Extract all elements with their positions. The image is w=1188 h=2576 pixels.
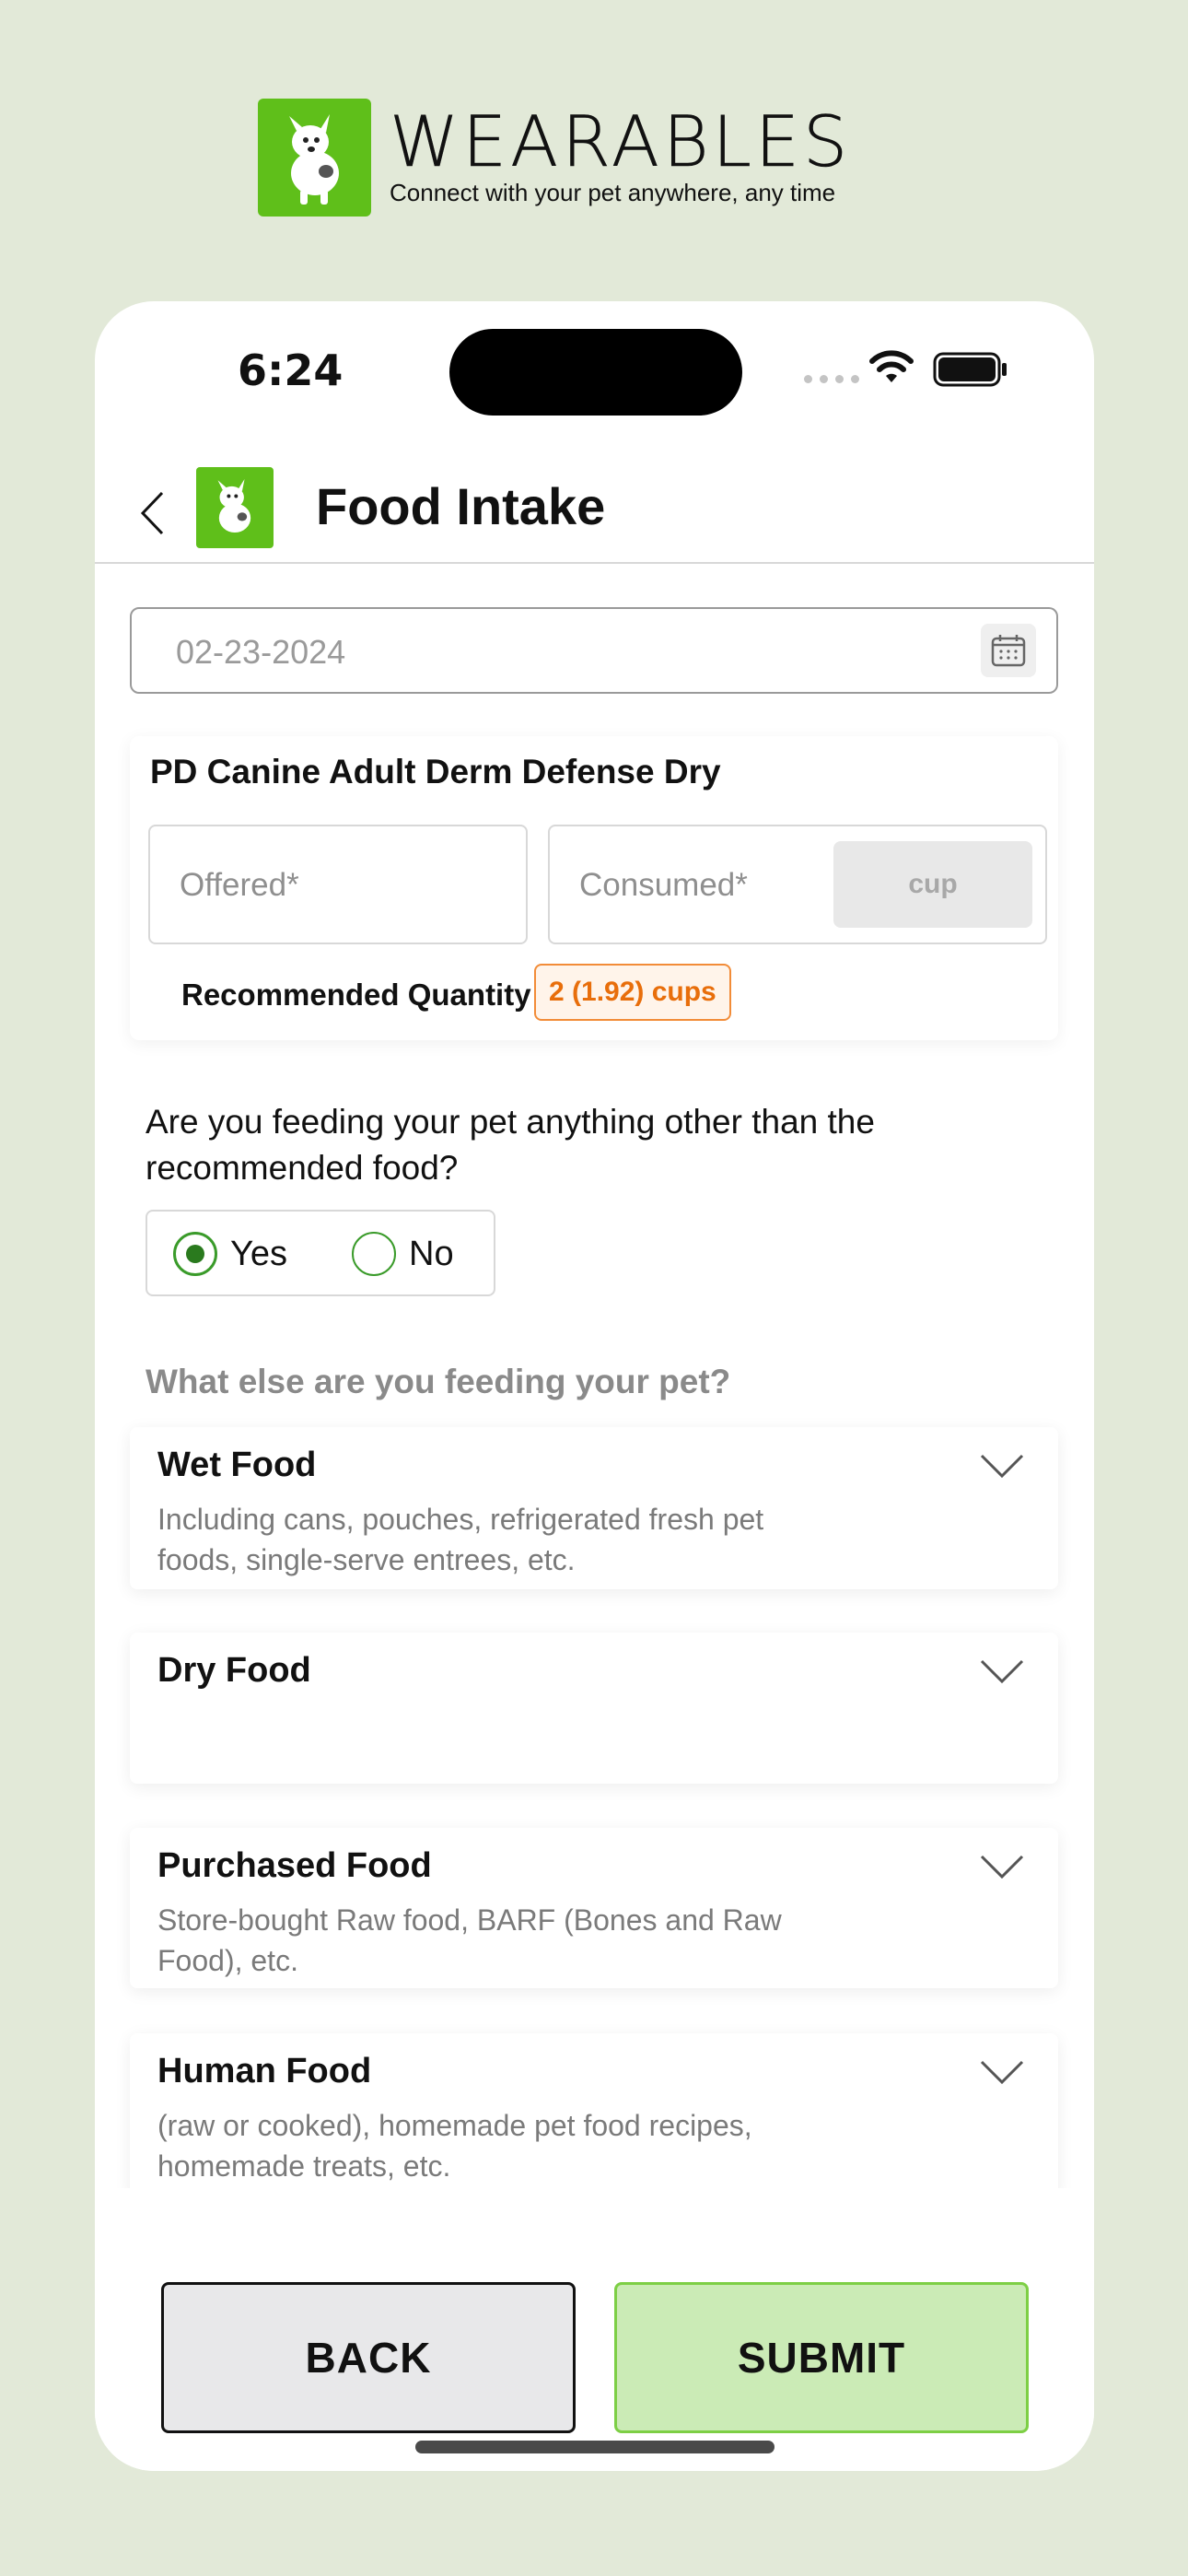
- brand-logo-dog-icon: [258, 99, 371, 217]
- radio-yes-label: Yes: [230, 1234, 287, 1273]
- recommended-quantity-label: Recommended Quantity: [181, 978, 531, 1012]
- brand-tagline: Connect with your pet anywhere, any time: [390, 178, 836, 206]
- date-input[interactable]: 02-23-2024: [130, 607, 1058, 694]
- consumed-input[interactable]: Consumed* cup: [548, 825, 1047, 944]
- nav-bar: Food Intake: [95, 449, 1094, 564]
- back-button[interactable]: BACK: [161, 2282, 576, 2433]
- unit-selector[interactable]: cup: [833, 841, 1032, 928]
- category-title: Human Food: [157, 2052, 372, 2090]
- radio-yes[interactable]: Yes: [173, 1232, 287, 1276]
- offered-placeholder: Offered*: [180, 867, 299, 903]
- category-wet-food[interactable]: Wet Food Including cans, pouches, refrig…: [130, 1427, 1058, 1589]
- category-title: Wet Food: [157, 1446, 317, 1484]
- consumed-placeholder: Consumed*: [579, 867, 748, 903]
- food-name: PD Canine Adult Derm Defense Dry: [150, 753, 721, 790]
- radio-no-label: No: [409, 1234, 454, 1273]
- category-title: Dry Food: [157, 1651, 311, 1690]
- other-food-heading: What else are you feeding your pet?: [146, 1363, 731, 1400]
- dynamic-island: [449, 329, 742, 416]
- calendar-icon[interactable]: [981, 624, 1036, 677]
- status-bar: 6:24: [95, 301, 1094, 421]
- wifi-icon: [868, 349, 914, 391]
- chevron-down-icon[interactable]: [979, 1852, 1025, 1883]
- page-title: Food Intake: [316, 477, 606, 535]
- back-chevron-icon[interactable]: [134, 486, 170, 541]
- status-time: 6:24: [238, 345, 344, 395]
- date-value: 02-23-2024: [176, 633, 346, 671]
- recommended-food-card: PD Canine Adult Derm Defense Dry Offered…: [130, 736, 1058, 1040]
- recommended-quantity-badge: 2 (1.92) cups: [534, 964, 731, 1021]
- chevron-down-icon[interactable]: [979, 1451, 1025, 1482]
- submit-button[interactable]: SUBMIT: [614, 2282, 1029, 2433]
- bottom-action-bar: BACK SUBMIT: [95, 2188, 1094, 2471]
- home-indicator[interactable]: [415, 2441, 775, 2453]
- brand-header: WEARABLES Connect with your pet anywhere…: [258, 99, 851, 217]
- brand-name: WEARABLES: [390, 100, 852, 182]
- other-food-radio-group: Yes No: [146, 1210, 495, 1296]
- battery-icon: [933, 352, 1008, 392]
- radio-no[interactable]: No: [352, 1232, 454, 1276]
- chevron-down-icon[interactable]: [979, 2057, 1025, 2089]
- category-description: Including cans, pouches, refrigerated fr…: [157, 1503, 764, 1576]
- category-description: (raw or cooked), homemade pet food recip…: [157, 2109, 752, 2183]
- category-description: Store-bought Raw food, BARF (Bones and R…: [157, 1903, 782, 1977]
- other-food-question: Are you feeding your pet anything other …: [146, 1103, 875, 1187]
- radio-selected-icon: [173, 1232, 217, 1276]
- category-title: Purchased Food: [157, 1846, 432, 1885]
- chevron-down-icon[interactable]: [979, 1657, 1025, 1688]
- app-logo-dog-icon: [196, 467, 274, 548]
- phone-screen: 6:24 Food Intake 02-23-2024 PD Canine Ad…: [95, 301, 1094, 2471]
- category-dry-food[interactable]: Dry Food: [130, 1633, 1058, 1784]
- category-purchased-food[interactable]: Purchased Food Store-bought Raw food, BA…: [130, 1828, 1058, 1988]
- cellular-signal-icon: [804, 375, 859, 383]
- offered-input[interactable]: Offered*: [148, 825, 528, 944]
- category-human-food[interactable]: Human Food (raw or cooked), homemade pet…: [130, 2033, 1058, 2199]
- radio-unselected-icon: [352, 1232, 396, 1276]
